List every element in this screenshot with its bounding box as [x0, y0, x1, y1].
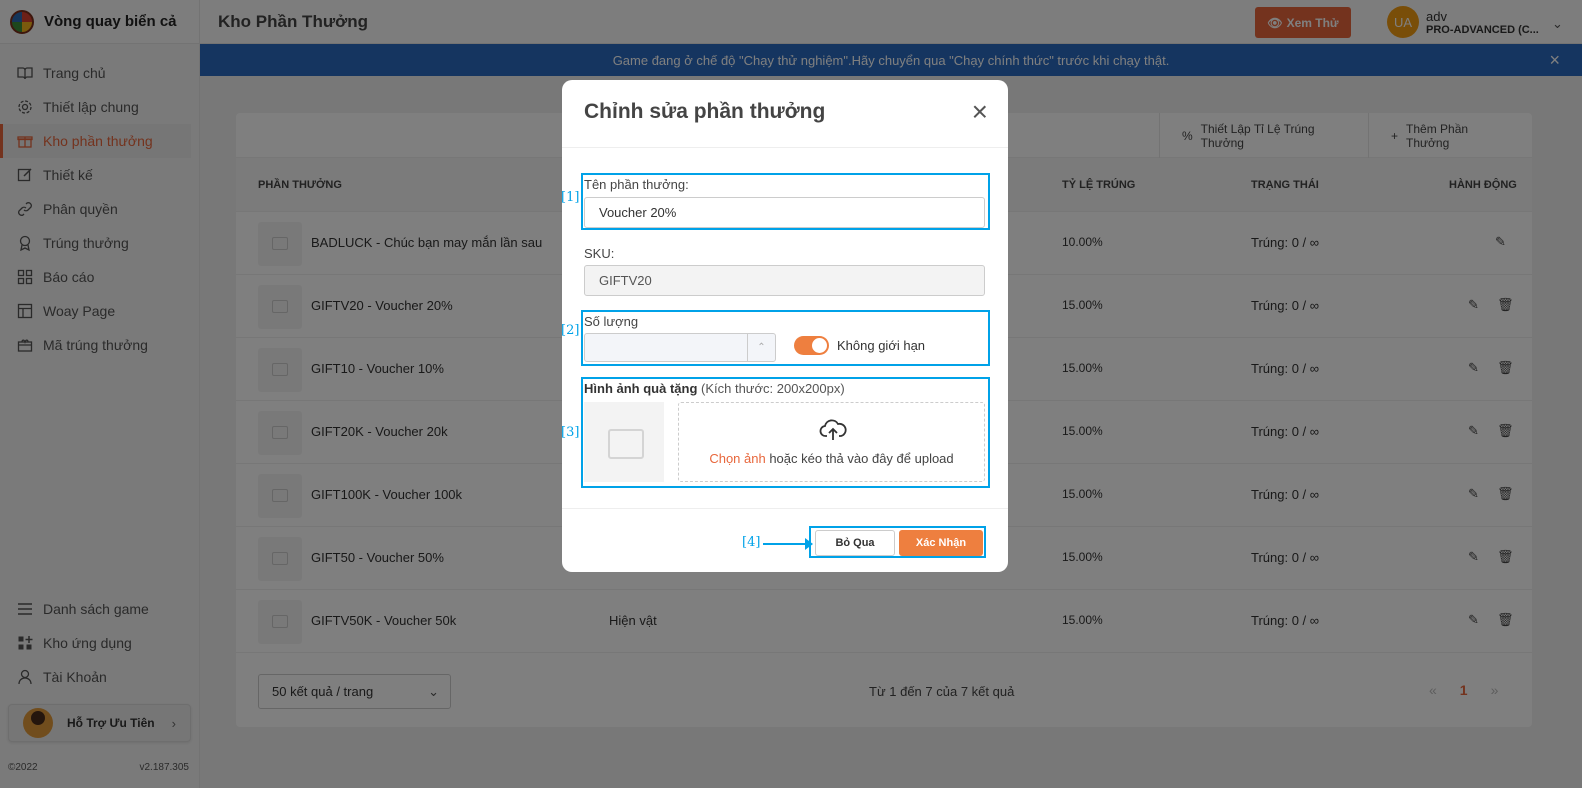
highlight-box [581, 310, 990, 366]
annotation-label: [1] [561, 190, 580, 205]
sku-label: SKU: [584, 246, 615, 261]
annotation-label: [4] [742, 535, 761, 550]
annotation-label: [3] [561, 425, 580, 440]
highlight-box [809, 526, 986, 558]
highlight-box [581, 173, 990, 230]
highlight-box [581, 377, 990, 488]
arrow-right-icon [763, 538, 813, 550]
close-icon[interactable]: × [972, 98, 988, 126]
dialog-header: Chỉnh sửa phần thưởng × [562, 80, 1008, 148]
sku-field[interactable]: GIFTV20 [584, 265, 985, 296]
annotation-label: [2] [561, 323, 580, 338]
dialog-title: Chỉnh sửa phần thưởng [584, 100, 826, 123]
